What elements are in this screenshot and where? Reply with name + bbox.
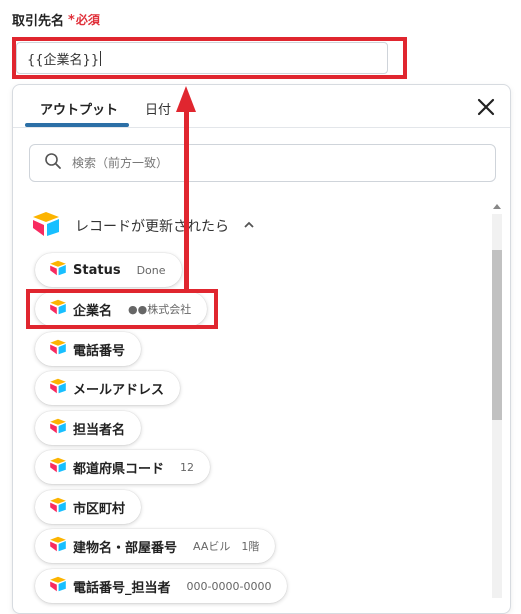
scrollbar-thumb[interactable] bbox=[492, 250, 502, 420]
airtable-logo-icon bbox=[49, 299, 67, 319]
airtable-logo-icon bbox=[49, 418, 67, 438]
item-label: 担当者名 bbox=[73, 422, 126, 438]
trigger-section-header[interactable]: レコードが更新されたら bbox=[31, 211, 255, 241]
output-selector-panel: アウトプット 日付 レコードが更新されたら Status Done bbox=[12, 84, 511, 614]
item-label: 建物名・部屋番号 bbox=[73, 540, 178, 556]
item-label: 企業名 bbox=[73, 303, 113, 319]
item-value: 12 bbox=[180, 460, 195, 474]
search-field[interactable] bbox=[29, 144, 496, 182]
item-label: 電話番号 bbox=[73, 343, 126, 359]
annotation-arrow-shaft bbox=[184, 110, 189, 290]
tab-output[interactable]: アウトプット bbox=[40, 99, 118, 118]
list-item-contact-name[interactable]: 担当者名 bbox=[35, 411, 142, 445]
item-label: 電話番号_担当者 bbox=[73, 580, 171, 596]
airtable-logo-icon bbox=[49, 378, 67, 398]
airtable-logo-icon bbox=[49, 576, 67, 596]
active-tab-indicator bbox=[25, 123, 129, 127]
airtable-logo-icon bbox=[49, 339, 67, 359]
company-name-input[interactable]: {{企業名}} bbox=[16, 42, 388, 74]
scrollbar[interactable] bbox=[490, 200, 504, 598]
airtable-logo-icon bbox=[31, 211, 61, 241]
list-item-company-name[interactable]: 企業名 ●●株式会社 bbox=[35, 292, 208, 326]
item-label: 市区町村 bbox=[73, 501, 126, 517]
search-input[interactable] bbox=[70, 155, 454, 171]
search-icon bbox=[44, 152, 62, 174]
list-item-building[interactable]: 建物名・部屋番号 AAビル 1階 bbox=[35, 529, 276, 563]
item-label: 都道府県コード bbox=[73, 461, 165, 477]
item-value: 000-0000-0000 bbox=[186, 579, 272, 593]
item-value: Done bbox=[136, 263, 166, 277]
field-label: 取引先名 *必須 bbox=[12, 10, 100, 29]
airtable-logo-icon bbox=[49, 536, 67, 556]
list-item-status[interactable]: Status Done bbox=[35, 253, 182, 287]
item-value: AAビル 1階 bbox=[193, 540, 260, 553]
close-icon[interactable] bbox=[476, 97, 496, 117]
tab-date[interactable]: 日付 bbox=[145, 99, 171, 118]
list-item-email[interactable]: メールアドレス bbox=[35, 371, 181, 405]
annotation-arrow-head-icon bbox=[176, 86, 196, 112]
item-label: メールアドレス bbox=[73, 382, 165, 398]
item-value: ●●株式会社 bbox=[128, 303, 192, 316]
list-item-city[interactable]: 市区町村 bbox=[35, 490, 142, 524]
tab-bar: アウトプット 日付 bbox=[13, 85, 510, 128]
text-caret bbox=[100, 50, 102, 66]
section-label: レコードが更新されたら bbox=[75, 219, 229, 235]
item-label: Status bbox=[73, 262, 121, 278]
airtable-logo-icon bbox=[49, 497, 67, 517]
field-label-text: 取引先名 bbox=[12, 14, 65, 29]
list-item-phone[interactable]: 電話番号 bbox=[35, 332, 142, 366]
required-badge: *必須 bbox=[68, 13, 100, 28]
input-value: {{企業名}} bbox=[27, 52, 100, 68]
airtable-logo-icon bbox=[49, 260, 67, 280]
airtable-logo-icon bbox=[49, 457, 67, 477]
chevron-up-icon[interactable] bbox=[243, 218, 255, 234]
list-item-prefecture-code[interactable]: 都道府県コード 12 bbox=[35, 450, 211, 484]
scroll-up-arrow-icon[interactable] bbox=[493, 204, 501, 209]
